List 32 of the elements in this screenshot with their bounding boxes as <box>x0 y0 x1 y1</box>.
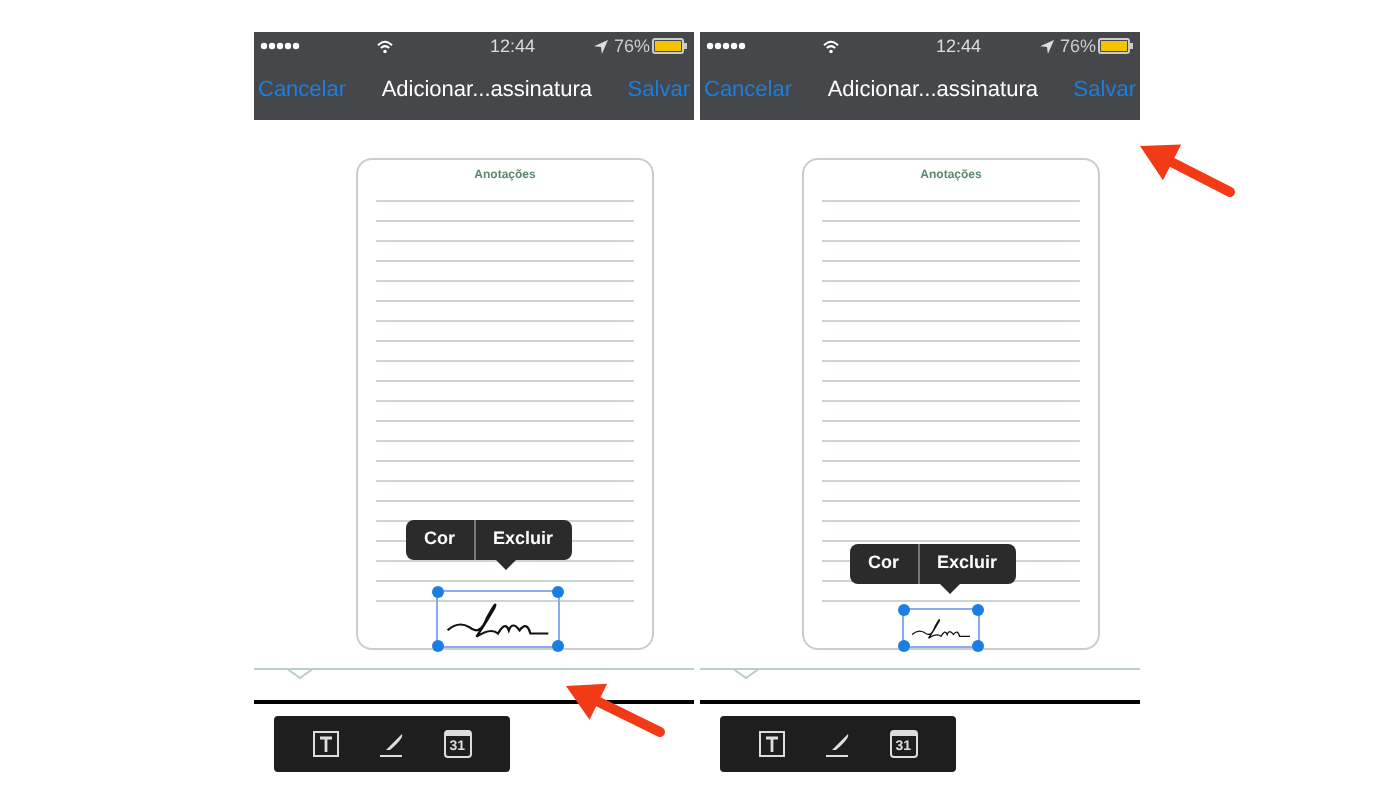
wifi-icon <box>376 39 394 53</box>
signature-selection[interactable] <box>902 608 980 648</box>
resize-handle[interactable] <box>898 604 910 616</box>
resize-handle[interactable] <box>552 586 564 598</box>
location-icon <box>593 39 608 53</box>
wifi-icon <box>822 39 840 53</box>
resize-handle[interactable] <box>432 586 444 598</box>
status-time: 12:44 <box>936 37 982 55</box>
battery-percent: 76% <box>1059 37 1096 55</box>
text-tool-icon[interactable] <box>758 730 787 758</box>
signal-icon <box>260 42 300 50</box>
status-time: 12:44 <box>490 37 536 55</box>
resize-handle[interactable] <box>898 640 910 652</box>
battery-icon <box>1098 38 1134 54</box>
resize-handle[interactable] <box>972 604 984 616</box>
resize-handle[interactable] <box>432 640 444 652</box>
signature-drawing <box>444 598 552 640</box>
nav-title: Adicionar...assinatura <box>827 79 1038 101</box>
signature-drawing <box>910 616 972 640</box>
nav-title: Adicionar...assinatura <box>381 79 592 101</box>
text-tool-icon[interactable] <box>312 730 341 758</box>
location-icon <box>1039 39 1054 53</box>
pen-icon[interactable] <box>377 730 406 758</box>
menu-item[interactable]: Cor <box>850 544 917 584</box>
battery-icon <box>652 38 688 54</box>
signature-selection[interactable] <box>436 590 560 648</box>
pen-icon[interactable] <box>823 730 852 758</box>
resize-handle[interactable] <box>972 640 984 652</box>
resize-handle[interactable] <box>552 640 564 652</box>
menu-item[interactable]: Cor <box>406 520 473 560</box>
signal-icon <box>706 42 746 50</box>
battery-percent: 76% <box>613 37 650 55</box>
